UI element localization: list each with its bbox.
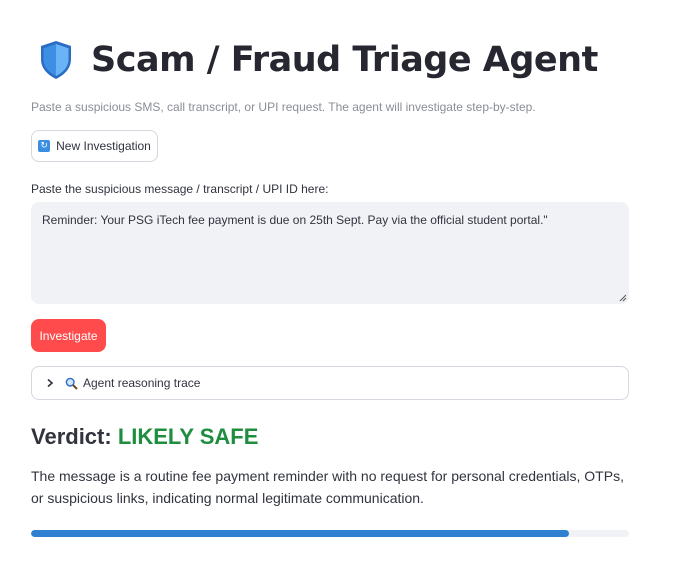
confidence-progress-fill bbox=[31, 530, 570, 537]
page-title: Scam / Fraud Triage Agent bbox=[91, 40, 598, 80]
verdict-prefix: Verdict: bbox=[31, 424, 118, 449]
new-investigation-label: New Investigation bbox=[56, 139, 151, 153]
investigate-button[interactable]: Investigate bbox=[31, 319, 106, 352]
reasoning-trace-expander[interactable]: Agent reasoning trace bbox=[31, 366, 629, 400]
verdict-heading: Verdict: LIKELY SAFE bbox=[31, 424, 258, 450]
verdict-value: LIKELY SAFE bbox=[117, 424, 259, 449]
refresh-icon: ↻ bbox=[38, 140, 51, 152]
header: Scam / Fraud Triage Agent bbox=[39, 40, 598, 80]
page-subtitle: Paste a suspicious SMS, call transcript,… bbox=[31, 100, 536, 114]
shield-icon bbox=[41, 41, 71, 79]
chevron-right-icon bbox=[47, 378, 54, 388]
reasoning-trace-label: Agent reasoning trace bbox=[83, 376, 201, 390]
resize-handle-icon[interactable] bbox=[619, 294, 627, 302]
verdict-explanation: The message is a routine fee payment rem… bbox=[31, 468, 624, 506]
new-investigation-button[interactable]: ↻ New Investigation bbox=[31, 130, 158, 162]
magnifier-icon bbox=[65, 377, 78, 390]
message-input-label: Paste the suspicious message / transcrip… bbox=[31, 182, 329, 196]
message-text: Reminder: Your PSG iTech fee payment is … bbox=[42, 213, 548, 227]
message-textarea[interactable]: Reminder: Your PSG iTech fee payment is … bbox=[31, 202, 629, 304]
confidence-progress-bar bbox=[31, 530, 629, 537]
